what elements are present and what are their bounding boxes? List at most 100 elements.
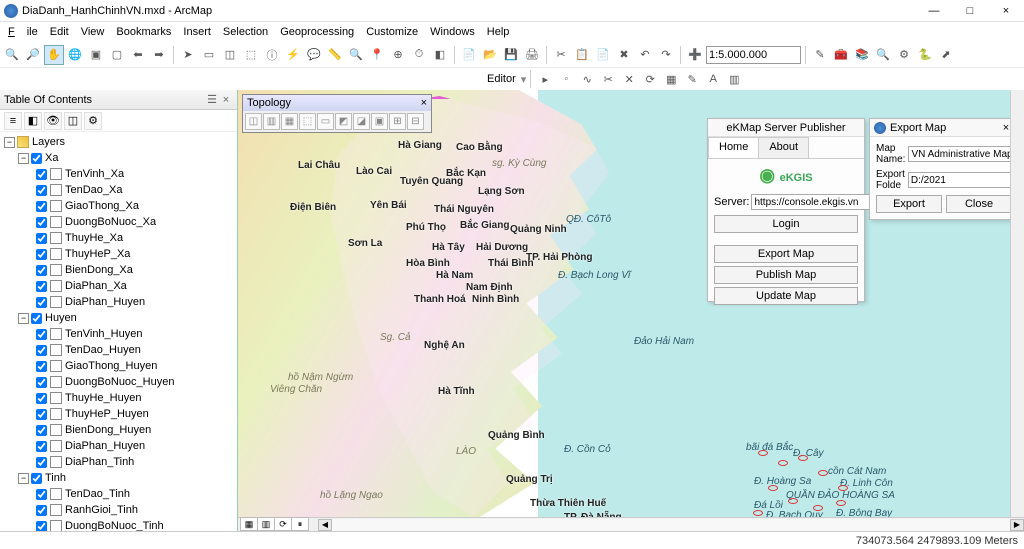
- expand-icon[interactable]: −: [4, 137, 15, 148]
- reshape-icon[interactable]: ∿: [577, 69, 597, 89]
- menu-insert[interactable]: Insert: [177, 24, 217, 40]
- layer-group[interactable]: Tinh: [45, 472, 66, 484]
- layer-checkbox[interactable]: [36, 409, 47, 420]
- horizontal-scrollbar[interactable]: ▦ ▥ ⟳ ⏸ ◀ ▶: [238, 517, 1024, 531]
- pause-drawing-icon[interactable]: ⏸: [291, 517, 309, 531]
- topology-btn[interactable]: ▭: [317, 113, 334, 130]
- save-icon[interactable]: 💾: [501, 45, 521, 65]
- layer-item[interactable]: DiaPhan_Tinh: [65, 456, 134, 468]
- delete-icon[interactable]: ✖: [614, 45, 634, 65]
- topology-btn[interactable]: ⊟: [407, 113, 424, 130]
- back-extent-icon[interactable]: ⬅: [128, 45, 148, 65]
- menu-edit[interactable]: Edit: [44, 24, 75, 40]
- layer-item[interactable]: ThuyHeP_Xa: [65, 248, 130, 260]
- map-name-input[interactable]: [908, 146, 1024, 162]
- layout-view-tab[interactable]: ▥: [257, 517, 275, 531]
- map-canvas[interactable]: Topology× ◫ ▥ ▦ ⬚ ▭ ◩ ◪ ▣ ⊞ ⊟ eKMap Serv…: [238, 90, 1024, 517]
- edit-vertices-icon[interactable]: ◦: [556, 69, 576, 89]
- scroll-right-icon[interactable]: ▶: [1010, 519, 1024, 531]
- attributes-icon[interactable]: ▦: [661, 69, 681, 89]
- copy-icon[interactable]: 📋: [572, 45, 592, 65]
- layer-item[interactable]: DiaPhan_Huyen: [65, 440, 145, 452]
- list-by-source-icon[interactable]: ◧: [24, 112, 42, 130]
- expand-icon[interactable]: −: [18, 313, 29, 324]
- layer-item[interactable]: GiaoThong_Xa: [65, 200, 139, 212]
- scale-input[interactable]: [706, 46, 801, 64]
- layer-checkbox[interactable]: [36, 297, 47, 308]
- layer-item[interactable]: TenDao_Xa: [65, 184, 123, 196]
- redo-icon[interactable]: ↷: [656, 45, 676, 65]
- topology-close-icon[interactable]: ×: [421, 97, 427, 109]
- topology-btn[interactable]: ▣: [371, 113, 388, 130]
- layer-checkbox[interactable]: [36, 265, 47, 276]
- clear-selection-icon[interactable]: ◫: [220, 45, 240, 65]
- layer-item[interactable]: TenDao_Tinh: [65, 488, 130, 500]
- update-map-button[interactable]: Update Map: [714, 287, 858, 305]
- layer-item[interactable]: DuongBoNuoc_Xa: [65, 216, 156, 228]
- layer-checkbox[interactable]: [36, 217, 47, 228]
- scroll-track[interactable]: [332, 519, 1010, 531]
- layer-item[interactable]: TenVinh_Huyen: [65, 328, 142, 340]
- layer-item[interactable]: GiaoThong_Huyen: [65, 360, 157, 372]
- layer-group[interactable]: Huyen: [45, 312, 77, 324]
- menu-help[interactable]: Help: [481, 24, 516, 40]
- add-data-icon[interactable]: ➕: [685, 45, 705, 65]
- layer-item[interactable]: DuongBoNuoc_Tinh: [65, 520, 164, 531]
- layer-checkbox[interactable]: [36, 425, 47, 436]
- maximize-button[interactable]: □: [956, 2, 984, 20]
- open-icon[interactable]: 📂: [480, 45, 500, 65]
- new-icon[interactable]: 📄: [459, 45, 479, 65]
- catalog-icon[interactable]: 📚: [852, 45, 872, 65]
- hyperlink-icon[interactable]: ⚡: [283, 45, 303, 65]
- cut-icon[interactable]: ✂: [551, 45, 571, 65]
- minimize-button[interactable]: —: [920, 2, 948, 20]
- zoom-in-icon[interactable]: 🔍: [2, 45, 22, 65]
- full-extent-icon[interactable]: 🌐: [65, 45, 85, 65]
- layer-item[interactable]: ThuyHeP_Huyen: [65, 408, 149, 420]
- topology-toolbar[interactable]: Topology× ◫ ▥ ▦ ⬚ ▭ ◩ ◪ ▣ ⊞ ⊟: [242, 94, 432, 133]
- layer-checkbox[interactable]: [36, 393, 47, 404]
- options-icon[interactable]: ⚙: [84, 112, 102, 130]
- fixed-zoom-out-icon[interactable]: ▢: [107, 45, 127, 65]
- layer-checkbox[interactable]: [36, 489, 47, 500]
- html-popup-icon[interactable]: 💬: [304, 45, 324, 65]
- goto-xy-icon[interactable]: ⊕: [388, 45, 408, 65]
- layer-item[interactable]: TenDao_Huyen: [65, 344, 141, 356]
- layer-checkbox[interactable]: [36, 185, 47, 196]
- layer-checkbox[interactable]: [36, 345, 47, 356]
- model-builder-icon[interactable]: ⬈: [936, 45, 956, 65]
- topology-btn[interactable]: ◩: [335, 113, 352, 130]
- viewer-window-icon[interactable]: ◧: [430, 45, 450, 65]
- layer-item[interactable]: ThuyHe_Xa: [65, 232, 123, 244]
- layer-group[interactable]: Xa: [45, 152, 58, 164]
- list-by-drawing-icon[interactable]: ≡: [4, 112, 22, 130]
- layer-item[interactable]: RanhGioi_Tinh: [65, 504, 138, 516]
- layer-checkbox[interactable]: [36, 329, 47, 340]
- toolbox-icon[interactable]: 🧰: [831, 45, 851, 65]
- ekmap-tab-home[interactable]: Home: [708, 137, 759, 158]
- topology-btn[interactable]: ◪: [353, 113, 370, 130]
- export-map-button[interactable]: Export Map: [714, 245, 858, 263]
- topology-btn[interactable]: ▦: [281, 113, 298, 130]
- toc-tree[interactable]: −Layers−XaTenVinh_XaTenDao_XaGiaoThong_X…: [0, 132, 237, 531]
- select-icon[interactable]: ➤: [178, 45, 198, 65]
- layers-root[interactable]: Layers: [32, 136, 65, 148]
- publish-map-button[interactable]: Publish Map: [714, 266, 858, 284]
- data-view-tab[interactable]: ▦: [240, 517, 258, 531]
- map-view[interactable]: Topology× ◫ ▥ ▦ ⬚ ▭ ◩ ◪ ▣ ⊞ ⊟ eKMap Serv…: [238, 90, 1024, 531]
- refresh-view-icon[interactable]: ⟳: [274, 517, 292, 531]
- layer-item[interactable]: DuongBoNuoc_Huyen: [65, 376, 174, 388]
- search-icon[interactable]: 🔍: [873, 45, 893, 65]
- cut-polygons-icon[interactable]: ✂: [598, 69, 618, 89]
- time-slider-icon[interactable]: ⏱: [409, 45, 429, 65]
- export-button[interactable]: Export: [876, 195, 942, 213]
- fixed-zoom-in-icon[interactable]: ▣: [86, 45, 106, 65]
- menu-geoprocessing[interactable]: Geoprocessing: [274, 24, 360, 40]
- find-icon[interactable]: 🔍: [346, 45, 366, 65]
- sketch-icon[interactable]: ✎: [682, 69, 702, 89]
- layer-checkbox[interactable]: [31, 153, 42, 164]
- toc-pin-icon[interactable]: ☰: [205, 93, 219, 106]
- layer-item[interactable]: BienDong_Xa: [65, 264, 133, 276]
- close-export-button[interactable]: Close: [946, 195, 1012, 213]
- topology-btn[interactable]: ◫: [245, 113, 262, 130]
